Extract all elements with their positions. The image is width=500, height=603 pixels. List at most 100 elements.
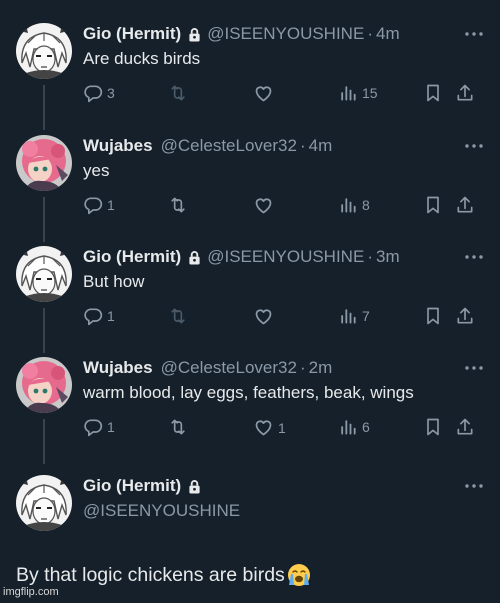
retweet-icon — [168, 195, 188, 215]
watermark: imgflip.com — [3, 586, 59, 598]
like-icon — [253, 83, 274, 104]
display-name[interactable]: Wujabes — [83, 135, 153, 157]
thread-line — [43, 197, 45, 242]
thread-line — [43, 308, 45, 353]
display-name[interactable]: Wujabes — [83, 357, 153, 379]
more-icon[interactable] — [464, 481, 484, 491]
reply-count: 1 — [107, 308, 115, 324]
like-button[interactable]: 1 — [253, 417, 286, 438]
reply-button[interactable]: 1 — [83, 195, 115, 215]
like-icon — [253, 417, 274, 438]
more-icon[interactable] — [464, 29, 484, 39]
tweet-text: warm blood, lay eggs, feathers, beak, wi… — [83, 383, 414, 402]
display-name[interactable]: Gio (Hermit) — [83, 475, 181, 497]
share-icon — [455, 195, 475, 215]
bookmark-button[interactable] — [423, 417, 443, 437]
avatar[interactable] — [16, 135, 72, 191]
timestamp[interactable]: 4m — [309, 135, 333, 157]
reply-icon — [83, 417, 103, 437]
more-icon[interactable] — [464, 252, 484, 262]
views-count: 6 — [362, 419, 370, 435]
tweet-header: Wujabes @CelesteLover32 · 2m — [83, 357, 484, 379]
separator-dot: · — [367, 24, 373, 43]
lock-icon — [188, 27, 201, 42]
views-button[interactable]: 15 — [338, 83, 378, 103]
tweet-header: Gio (Hermit) @ISEENYOUSHINE · 4m — [83, 23, 484, 45]
avatar[interactable] — [16, 23, 72, 79]
retweet-button[interactable] — [168, 417, 188, 437]
share-icon — [455, 83, 475, 103]
display-name[interactable]: Gio (Hermit) — [83, 23, 181, 45]
main-tweet-text-content: By that logic chickens are birds — [16, 564, 285, 586]
user-handle[interactable]: @ISEENYOUSHINE — [207, 23, 364, 45]
action-bar: 1 7 — [83, 306, 476, 328]
user-handle[interactable]: @ISEENYOUSHINE — [83, 500, 484, 522]
user-handle[interactable]: @CelesteLover32 — [161, 135, 297, 157]
retweet-button[interactable] — [168, 306, 188, 326]
views-button[interactable]: 7 — [338, 306, 370, 326]
bookmark-icon — [423, 83, 443, 103]
avatar[interactable] — [16, 475, 72, 531]
bookmark-icon — [423, 195, 443, 215]
tweet-header: Wujabes @CelesteLover32 · 4m — [83, 135, 484, 157]
views-count: 7 — [362, 308, 370, 324]
separator-dot: · — [299, 136, 306, 155]
tweet-text: Are ducks birds — [83, 49, 201, 68]
timestamp[interactable]: 4m — [376, 23, 400, 45]
avatar[interactable] — [16, 357, 72, 413]
action-bar: 1 1 6 — [83, 417, 476, 439]
action-bar: 1 8 — [83, 195, 476, 217]
crying-face-emoji — [287, 564, 310, 586]
share-button[interactable] — [455, 195, 475, 215]
views-button[interactable]: 6 — [338, 417, 370, 437]
action-bar: 3 15 — [83, 83, 476, 105]
lock-icon — [188, 250, 201, 265]
display-name[interactable]: Gio (Hermit) — [83, 246, 181, 268]
like-button[interactable] — [253, 195, 274, 216]
retweet-button[interactable] — [168, 195, 188, 215]
share-button[interactable] — [455, 306, 475, 326]
bookmark-icon — [423, 417, 443, 437]
separator-dot: · — [367, 247, 373, 266]
reply-button[interactable]: 1 — [83, 417, 115, 437]
retweet-icon — [168, 417, 188, 437]
like-count: 1 — [278, 419, 286, 436]
reply-button[interactable]: 1 — [83, 306, 115, 326]
like-button[interactable] — [253, 306, 274, 327]
timestamp[interactable]: 2m — [309, 357, 333, 379]
lock-icon — [188, 479, 201, 494]
bookmark-button[interactable] — [423, 195, 443, 215]
bookmark-button[interactable] — [423, 83, 443, 103]
avatar[interactable] — [16, 246, 72, 302]
views-count: 8 — [362, 197, 370, 213]
reply-button[interactable]: 3 — [83, 83, 115, 103]
more-icon[interactable] — [464, 141, 484, 151]
reply-count: 1 — [107, 419, 115, 435]
views-icon — [338, 306, 358, 326]
share-button[interactable] — [455, 83, 475, 103]
bookmark-icon — [423, 306, 443, 326]
timestamp[interactable]: 3m — [376, 246, 400, 268]
bookmark-button[interactable] — [423, 306, 443, 326]
main-tweet-text: By that logic chickens are birds — [16, 562, 311, 588]
reply-count: 1 — [107, 197, 115, 213]
share-icon — [455, 417, 475, 437]
tweet-text: But how — [83, 272, 145, 291]
tweet-text: yes — [83, 161, 110, 180]
thread-line — [43, 419, 45, 464]
like-button[interactable] — [253, 83, 274, 104]
views-icon — [338, 83, 358, 103]
retweet-button[interactable] — [168, 83, 188, 103]
retweet-icon — [168, 306, 188, 326]
thread-line — [43, 85, 45, 130]
separator-dot: · — [299, 358, 306, 377]
like-icon — [253, 306, 274, 327]
reply-icon — [83, 83, 103, 103]
tweet-header: Gio (Hermit) — [83, 475, 484, 497]
views-button[interactable]: 8 — [338, 195, 370, 215]
user-handle[interactable]: @ISEENYOUSHINE — [207, 246, 364, 268]
more-icon[interactable] — [464, 363, 484, 373]
user-handle[interactable]: @CelesteLover32 — [161, 357, 297, 379]
like-icon — [253, 195, 274, 216]
share-button[interactable] — [455, 417, 475, 437]
